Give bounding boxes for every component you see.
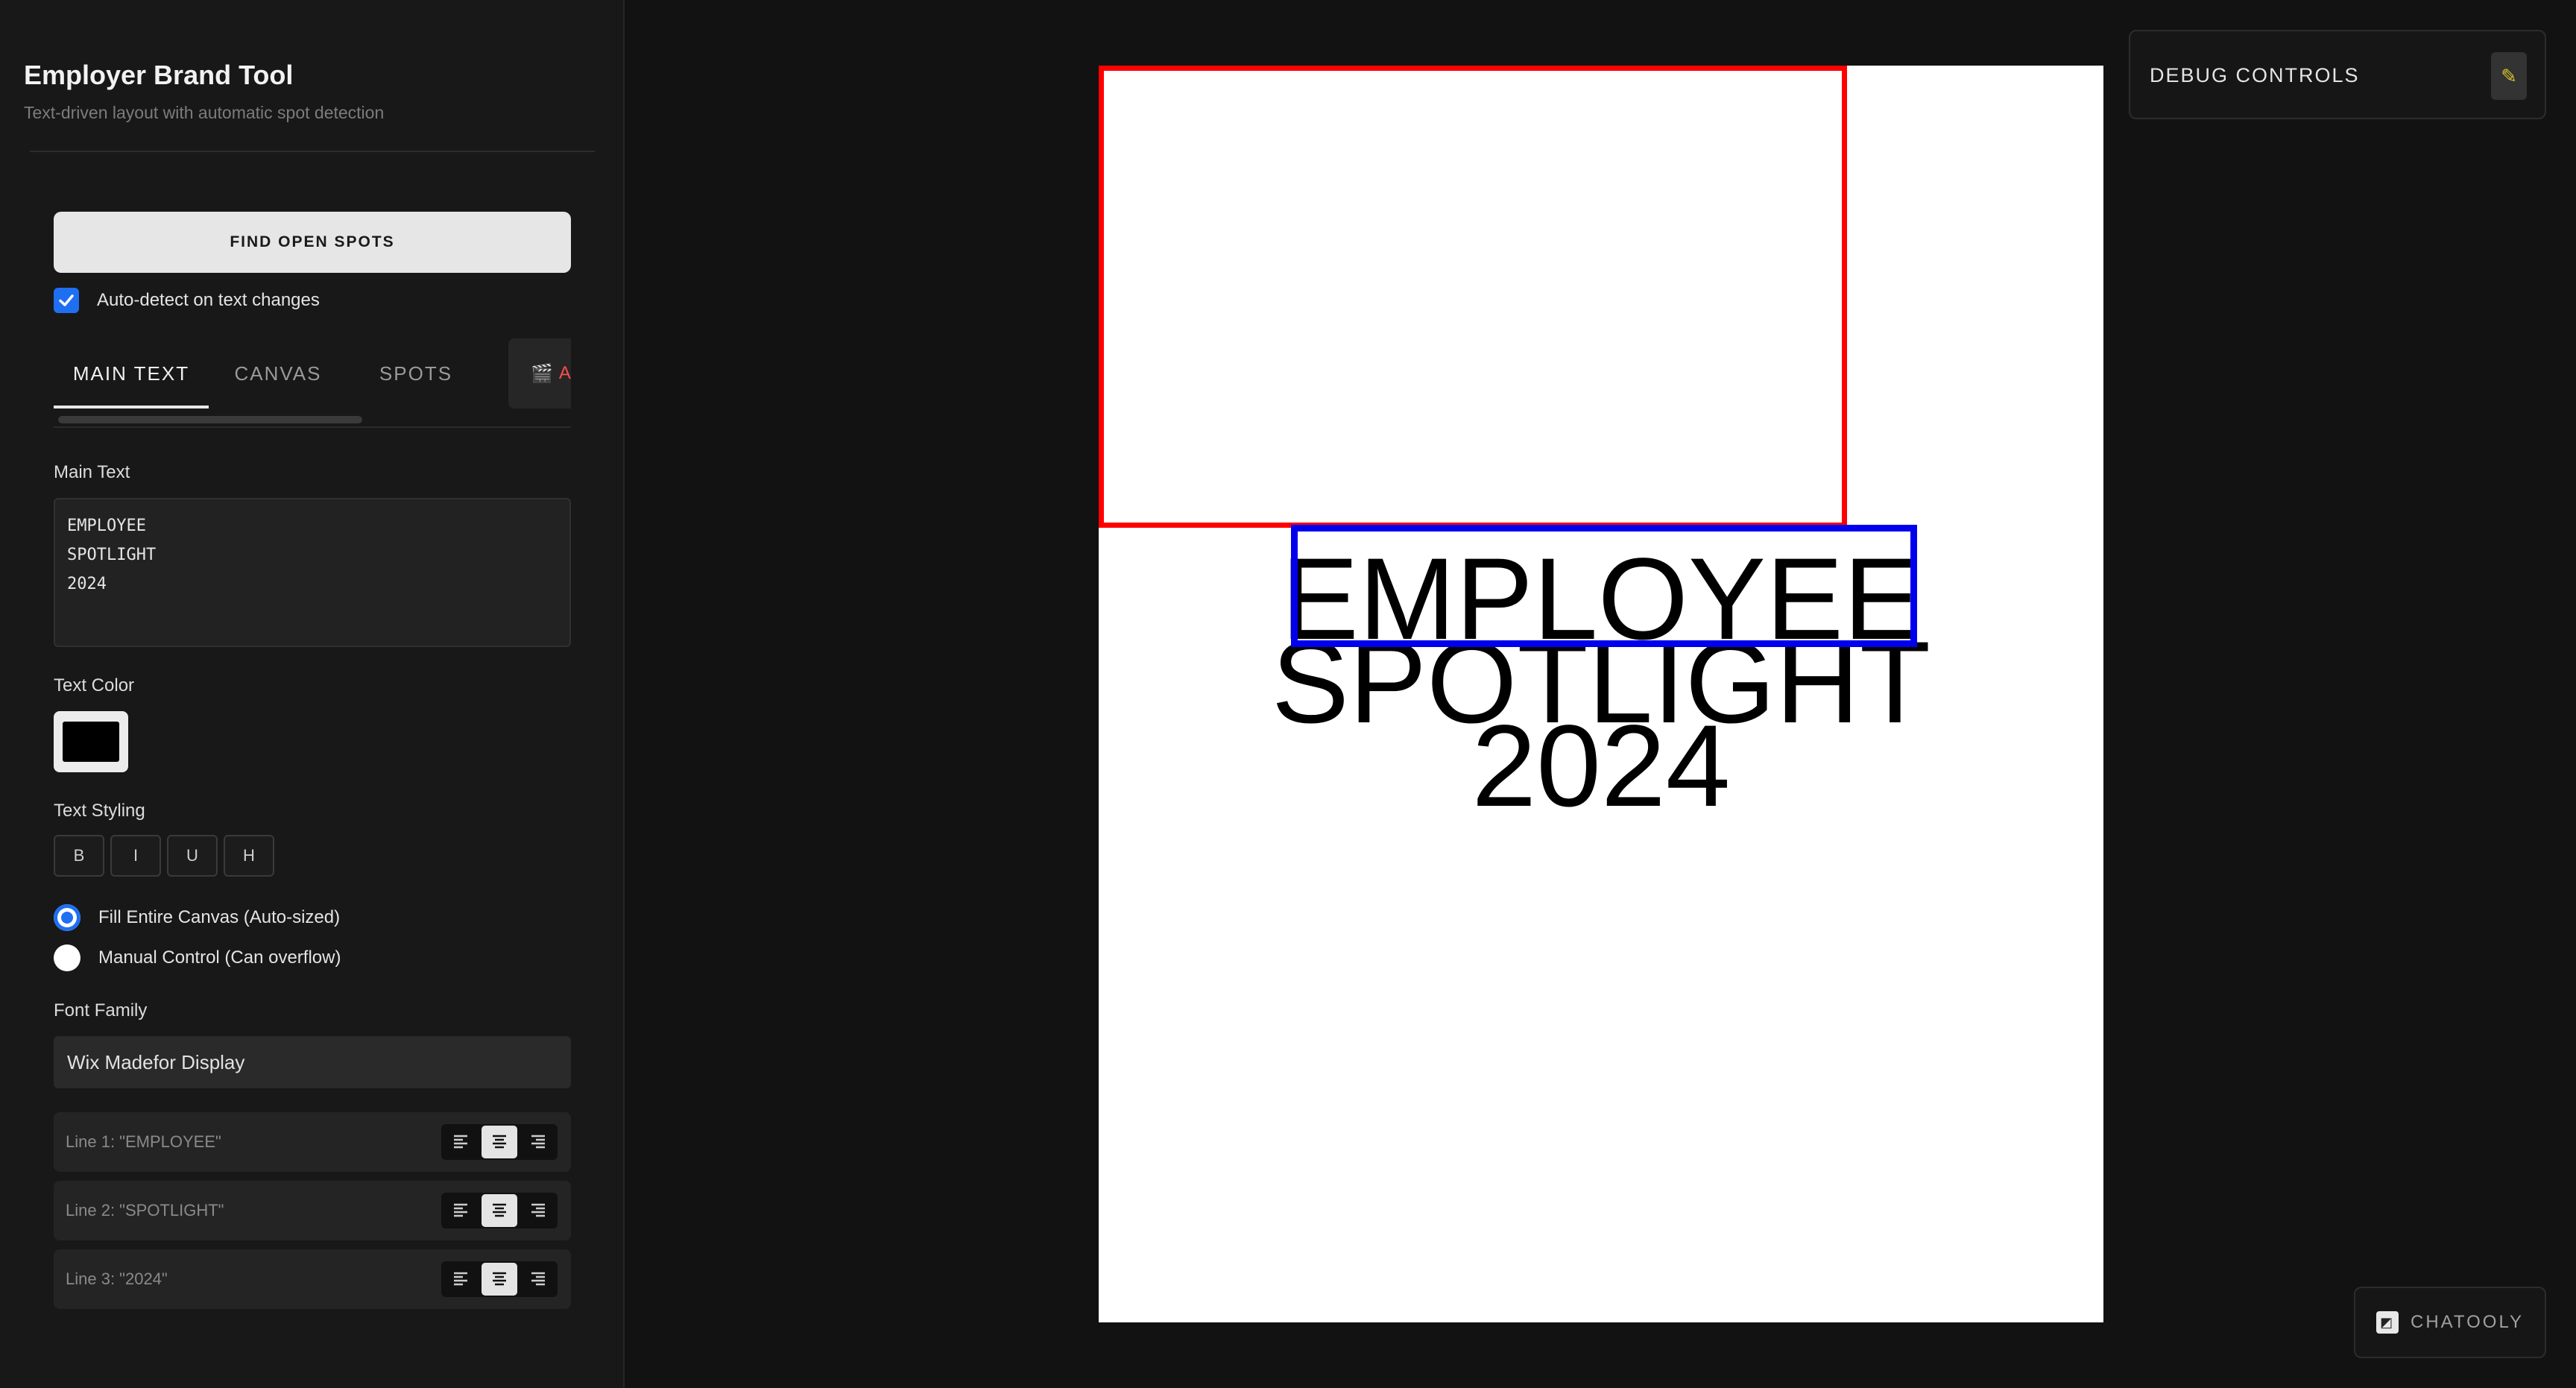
chatooly-logo-icon: ◩ (2375, 1311, 2399, 1334)
text-styling-buttons: B I U H (54, 835, 274, 877)
chatooly-button[interactable]: ◩ CHATOOLY (2354, 1287, 2546, 1358)
line-align-label-2: Line 2: "SPOTLIGHT" (66, 1201, 224, 1220)
line-1-align-group (441, 1124, 558, 1160)
align-left-button[interactable] (443, 1194, 479, 1227)
tab-animation-label: A (558, 363, 571, 383)
text-color-swatch (63, 722, 119, 762)
align-center-button[interactable] (482, 1263, 517, 1296)
sidebar: Employer Brand Tool Text-driven layout w… (0, 0, 625, 1388)
text-styling-label: Text Styling (54, 801, 145, 821)
design-canvas[interactable]: EMPLOYEE SPOTLIGHT 2024 (1099, 66, 2103, 1322)
tab-bar: MAIN TEXT CANVAS SPOTS 🎬 A (54, 338, 571, 428)
auto-detect-checkbox[interactable] (54, 288, 79, 313)
app-title: Employer Brand Tool (24, 60, 294, 90)
find-open-spots-button[interactable]: FIND OPEN SPOTS (54, 212, 571, 273)
main-text-label: Main Text (54, 462, 130, 482)
align-center-button[interactable] (482, 1126, 517, 1158)
radio-manual-label: Manual Control (Can overflow) (98, 947, 341, 968)
align-right-icon (531, 1135, 545, 1149)
align-center-icon (493, 1272, 506, 1286)
radio-fill-canvas-row[interactable]: Fill Entire Canvas (Auto-sized) (54, 903, 340, 932)
open-spot-red-box (1099, 66, 1847, 528)
align-left-button[interactable] (443, 1263, 479, 1296)
align-center-icon (493, 1203, 506, 1217)
auto-detect-label: Auto-detect on text changes (97, 290, 320, 310)
line-align-label-3: Line 3: "2024" (66, 1269, 168, 1288)
align-center-icon (493, 1135, 506, 1149)
main-text-input[interactable]: EMPLOYEE SPOTLIGHT 2024 (54, 498, 571, 647)
text-color-label: Text Color (54, 675, 135, 695)
chatooly-label: CHATOOLY (2410, 1312, 2525, 1332)
align-right-button[interactable] (520, 1194, 556, 1227)
align-right-icon (531, 1272, 545, 1286)
font-family-label: Font Family (54, 1000, 148, 1021)
align-left-icon (454, 1272, 467, 1286)
radio-manual-row[interactable]: Manual Control (Can overflow) (54, 944, 341, 972)
tab-spots[interactable]: SPOTS (349, 338, 483, 408)
align-right-button[interactable] (520, 1126, 556, 1158)
line-align-row-3: Line 3: "2024" (54, 1249, 571, 1309)
radio-dot (61, 912, 73, 924)
text-color-picker[interactable] (54, 711, 128, 772)
underline-button[interactable]: U (167, 835, 218, 877)
align-center-button[interactable] (482, 1194, 517, 1227)
font-family-select[interactable]: Wix Madefor Display (54, 1036, 571, 1088)
debug-controls-panel[interactable]: DEBUG CONTROLS ✎ (2129, 30, 2546, 119)
tab-animation[interactable]: 🎬 A (508, 338, 571, 408)
clapper-icon: 🎬 (531, 363, 553, 384)
app-subtitle: Text-driven layout with automatic spot d… (24, 103, 385, 122)
checkmark-icon (59, 294, 74, 306)
line-align-row-2: Line 2: "SPOTLIGHT" (54, 1181, 571, 1240)
line-2-align-group (441, 1193, 558, 1228)
highlight-button[interactable]: H (224, 835, 274, 877)
debug-controls-title: DEBUG CONTROLS (2150, 64, 2360, 86)
align-left-button[interactable] (443, 1126, 479, 1158)
tab-scrollbar[interactable] (58, 416, 362, 423)
canvas-text-line-3: 2024 (1471, 701, 1731, 831)
line-align-row-1: Line 1: "EMPLOYEE" (54, 1112, 571, 1172)
align-right-icon (531, 1203, 545, 1217)
bold-button[interactable]: B (54, 835, 104, 877)
radio-manual-control[interactable] (54, 944, 80, 971)
italic-button[interactable]: I (110, 835, 161, 877)
align-left-icon (454, 1203, 467, 1217)
app-root: Employer Brand Tool Text-driven layout w… (0, 0, 2576, 1388)
tab-canvas[interactable]: CANVAS (216, 338, 340, 408)
align-right-button[interactable] (520, 1263, 556, 1296)
line-align-label-1: Line 1: "EMPLOYEE" (66, 1132, 221, 1151)
pencil-icon[interactable]: ✎ (2491, 52, 2527, 100)
radio-fill-canvas[interactable] (54, 904, 80, 931)
detected-text-spot-blue-box (1291, 525, 1917, 647)
radio-fill-canvas-label: Fill Entire Canvas (Auto-sized) (98, 907, 341, 927)
align-left-icon (454, 1135, 467, 1149)
auto-detect-row[interactable]: Auto-detect on text changes (54, 288, 320, 313)
tab-main-text[interactable]: MAIN TEXT (54, 338, 209, 408)
line-3-align-group (441, 1261, 558, 1297)
